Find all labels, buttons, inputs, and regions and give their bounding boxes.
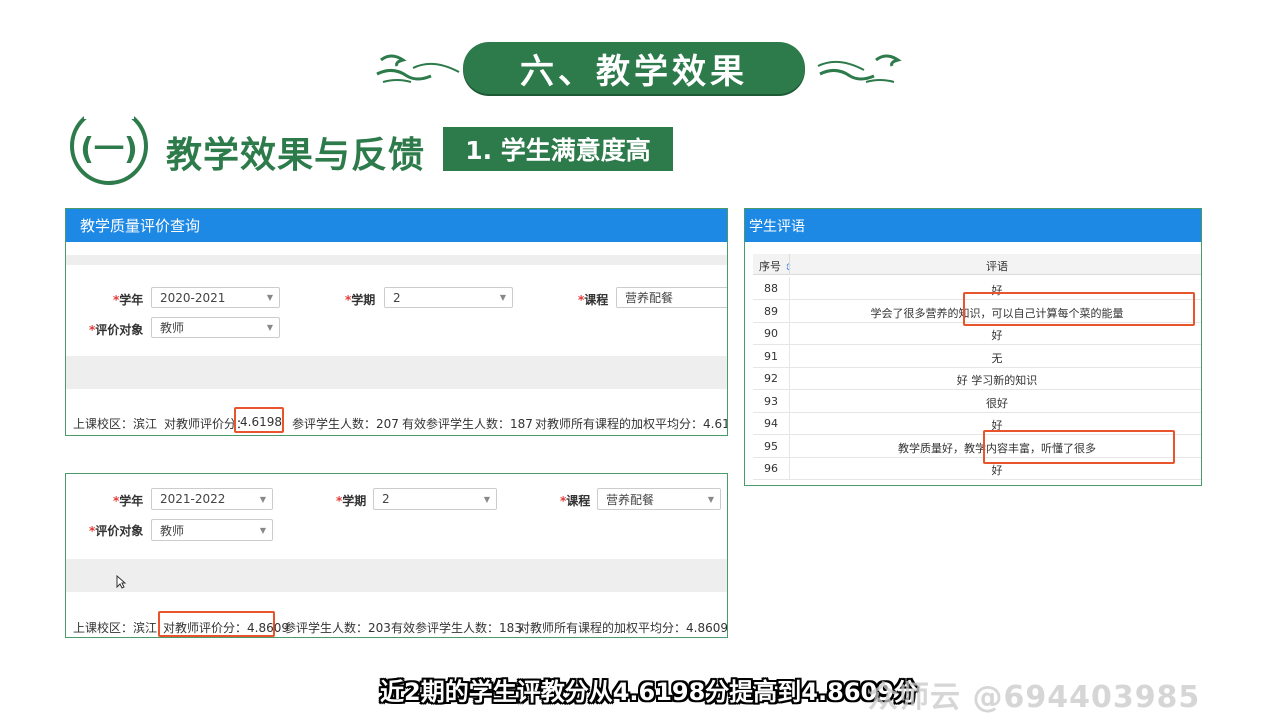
year-label: *学年: [113, 293, 144, 307]
panel-toolbar: [66, 255, 727, 265]
row-number: 89: [764, 304, 778, 318]
course-select[interactable]: 营养配餐 ▼: [597, 488, 721, 510]
panel-divider-band: [66, 356, 727, 389]
row-number: 91: [764, 349, 778, 363]
participants-text: 参评学生人数：203: [284, 621, 391, 635]
term-select[interactable]: 2 ▼: [373, 488, 497, 510]
teacher-score-text: 对教师评价分：4.8609: [163, 621, 289, 635]
col-text-header: 评语: [986, 260, 1008, 273]
row-number: 94: [764, 417, 778, 430]
section-subtitle: 1. 学生满意度高: [443, 127, 673, 171]
section-number-badge: (一): [70, 105, 148, 185]
panel-divider-band: [66, 559, 727, 592]
teacher-score-value: 4.6198: [240, 415, 282, 429]
term-label: *学期: [345, 293, 376, 307]
valid-participants-text: 有效参评学生人数：187: [402, 417, 533, 431]
evaluation-panel-2020: 教学质量评价查询 *学年 2020-2021 ▼ *学期 2 ▼ *课程 营养配餐 …: [65, 208, 728, 436]
table-row[interactable]: 92 好 学习新的知识: [753, 367, 1201, 390]
section-title: 教学效果与反馈: [166, 135, 426, 176]
chevron-down-icon: ▼: [259, 525, 266, 535]
target-select[interactable]: 教师 ▼: [151, 317, 280, 338]
year-select[interactable]: 2021-2022 ▼: [151, 488, 273, 510]
chevron-down-icon: ▼: [259, 494, 266, 504]
course-select[interactable]: 营养配餐: [616, 287, 727, 308]
chevron-down-icon: ▼: [266, 293, 273, 302]
student-comments-panel: 学生评语 序号 ⇕ 评语 88好89学会了很多营养的知识，可以自己计算每个菜的能…: [744, 208, 1202, 486]
comment-highlight-89: [963, 292, 1195, 326]
table-row[interactable]: 93 很好: [753, 389, 1201, 413]
row-number: 88: [764, 282, 778, 295]
weighted-average-text: 对教师所有课程的加权平均分：4.8609: [518, 621, 728, 635]
row-comment: 无: [991, 351, 1003, 365]
valid-participants-text: 有效参评学生人数：183: [391, 621, 522, 635]
cloud-ornament-left-icon: [376, 54, 460, 83]
row-number: 96: [764, 462, 778, 475]
campus-text: 上课校区：滨江: [73, 621, 158, 635]
term-select[interactable]: 2 ▼: [384, 287, 513, 308]
row-comment: 好: [991, 329, 1003, 342]
row-number: 90: [764, 327, 778, 340]
row-number: 95: [764, 439, 778, 453]
table-row[interactable]: 91 无: [753, 344, 1201, 368]
target-label: *评价对象: [89, 323, 144, 337]
chevron-down-icon: ▼: [707, 494, 714, 504]
comments-table-header: 序号 ⇕ 评语: [753, 254, 1201, 275]
row-number: 93: [764, 394, 778, 408]
row-comment: 好 学习新的知识: [956, 374, 1038, 387]
comments-header: 学生评语: [745, 209, 1201, 242]
watermark-text: 众师云 @694403985: [868, 680, 1201, 715]
year-label: *学年: [113, 494, 144, 508]
participants-text: 参评学生人数：207: [292, 417, 399, 431]
target-select[interactable]: 教师 ▼: [151, 519, 273, 541]
evaluation-panel-2021: *学年 2021-2022 ▼ *学期 2 ▼ *课程 营养配餐 ▼ *评价对象 教师…: [65, 473, 728, 638]
chevron-down-icon: ▼: [266, 323, 273, 332]
col-no-header[interactable]: 序号 ⇕: [759, 258, 792, 274]
slide-banner-title: 六、教学效果: [463, 42, 805, 94]
cloud-ornament-right-icon: [817, 54, 902, 83]
course-label: *课程: [578, 293, 609, 307]
term-label: *学期: [336, 494, 367, 508]
weighted-average-text: 对教师所有课程的加权平均分：4.6198: [535, 417, 728, 431]
section-number: (一): [80, 132, 138, 167]
panel-header: 教学质量评价查询: [66, 209, 727, 242]
course-label: *课程: [560, 494, 591, 508]
row-comment: 很好: [986, 396, 1008, 410]
year-select[interactable]: 2020-2021 ▼: [151, 287, 280, 308]
comment-highlight-95: [983, 430, 1175, 464]
badge-pattern-icon: [84, 105, 134, 119]
target-label: *评价对象: [89, 524, 144, 538]
chevron-down-icon: ▼: [483, 494, 490, 504]
campus-text: 上课校区：滨江: [73, 417, 158, 431]
chevron-down-icon: ▼: [499, 293, 506, 302]
subtitle-caption: 近2期的学生评教分从4.6198分提高到4.8609分: [380, 678, 918, 706]
mouse-cursor-icon: [116, 575, 126, 589]
row-number: 92: [764, 372, 778, 385]
row-comment: 好: [991, 464, 1003, 477]
